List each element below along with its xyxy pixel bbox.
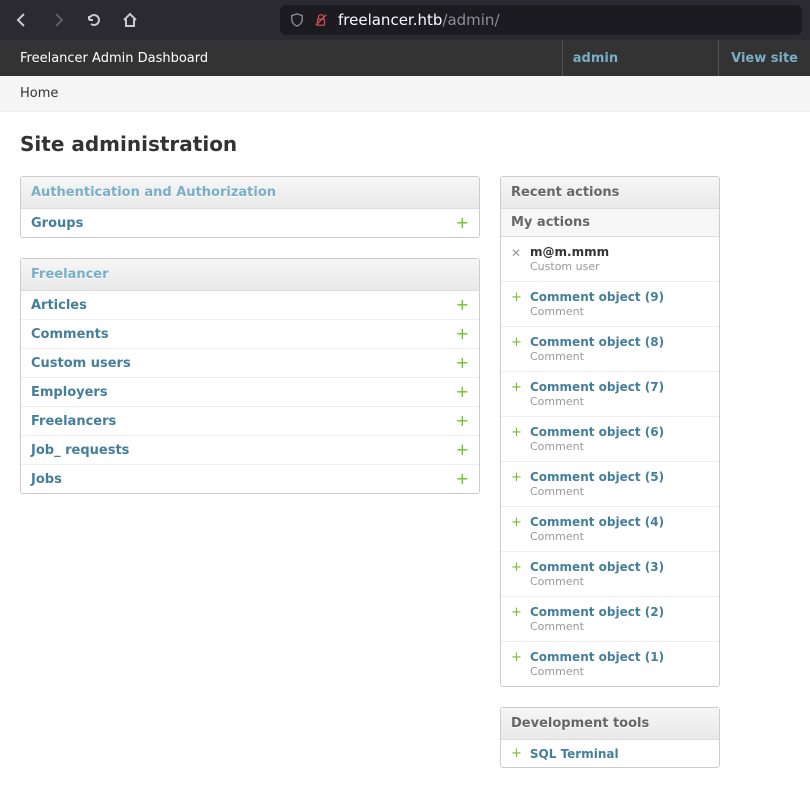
- action-sub: Comment: [530, 665, 664, 678]
- dashboard: Authentication and Authorization Groups …: [20, 176, 790, 788]
- add-icon: +: [511, 335, 522, 351]
- action-item: + Comment object (9) Comment: [501, 282, 719, 327]
- action-title[interactable]: Comment object (6): [530, 425, 664, 439]
- shield-icon: [290, 13, 304, 27]
- forward-icon: [50, 12, 66, 28]
- action-item: + Comment object (4) Comment: [501, 507, 719, 552]
- app-auth-heading[interactable]: Authentication and Authorization: [21, 177, 479, 209]
- action-sub: Comment: [530, 530, 664, 543]
- action-item: + Comment object (1) Comment: [501, 642, 719, 686]
- action-item: + Comment object (6) Comment: [501, 417, 719, 462]
- action-title[interactable]: Comment object (5): [530, 470, 664, 484]
- view-site-link[interactable]: View site: [718, 40, 810, 76]
- model-custom-users[interactable]: Custom users +: [21, 349, 479, 378]
- add-job-requests-icon[interactable]: +: [456, 442, 469, 458]
- content: Site administration Authentication and A…: [0, 112, 810, 808]
- reload-icon[interactable]: [86, 12, 102, 28]
- my-actions-heading: My actions: [501, 209, 719, 237]
- action-title[interactable]: Comment object (2): [530, 605, 664, 619]
- add-employers-icon[interactable]: +: [456, 384, 469, 400]
- action-title[interactable]: Comment object (4): [530, 515, 664, 529]
- add-icon: +: [511, 425, 522, 441]
- action-item: + Comment object (2) Comment: [501, 597, 719, 642]
- action-sub: Comment: [530, 395, 664, 408]
- app-auth: Authentication and Authorization Groups …: [20, 176, 480, 238]
- model-jobs-label: Jobs: [31, 472, 62, 487]
- admin-header: Freelancer Admin Dashboard admin View si…: [0, 40, 810, 76]
- action-item: + Comment object (3) Comment: [501, 552, 719, 597]
- home-icon[interactable]: [122, 12, 138, 28]
- model-groups-label: Groups: [31, 216, 83, 231]
- browser-toolbar: freelancer.htb/admin/: [0, 0, 810, 40]
- model-custom-users-label: Custom users: [31, 356, 131, 371]
- page-title: Site administration: [20, 132, 790, 156]
- action-sub: Comment: [530, 620, 664, 633]
- breadcrumb: Home: [0, 76, 810, 112]
- browser-nav: [8, 12, 138, 28]
- action-sub: Comment: [530, 440, 664, 453]
- model-job-requests-label: Job_ requests: [31, 443, 129, 458]
- model-job-requests[interactable]: Job_ requests +: [21, 436, 479, 465]
- sql-terminal-label: SQL Terminal: [530, 747, 619, 761]
- dev-tools-module: Development tools + SQL Terminal: [500, 707, 720, 768]
- action-sub: Comment: [530, 485, 664, 498]
- add-articles-icon[interactable]: +: [456, 297, 469, 313]
- app-freelancer: Freelancer Articles + Comments + Custom …: [20, 258, 480, 494]
- model-employers[interactable]: Employers +: [21, 378, 479, 407]
- add-icon: +: [511, 290, 522, 306]
- add-icon: +: [511, 650, 522, 666]
- add-icon: +: [511, 746, 522, 761]
- side-column: Recent actions My actions ✕ m@m.mmm Cust…: [500, 176, 720, 788]
- app-freelancer-heading[interactable]: Freelancer: [21, 259, 479, 291]
- lock-icon: [314, 13, 328, 27]
- model-groups[interactable]: Groups +: [21, 209, 479, 237]
- action-title[interactable]: Comment object (9): [530, 290, 664, 304]
- action-title[interactable]: Comment object (7): [530, 380, 664, 394]
- add-group-icon[interactable]: +: [456, 215, 469, 231]
- sql-terminal-link[interactable]: + SQL Terminal: [501, 740, 719, 767]
- action-title[interactable]: Comment object (3): [530, 560, 664, 574]
- action-title[interactable]: Comment object (1): [530, 650, 664, 664]
- add-freelancers-icon[interactable]: +: [456, 413, 469, 429]
- recent-actions-heading: Recent actions: [501, 177, 719, 209]
- add-icon: +: [511, 515, 522, 531]
- model-employers-label: Employers: [31, 385, 108, 400]
- action-sub: Custom user: [530, 260, 609, 273]
- header-user-link[interactable]: admin: [562, 40, 718, 76]
- action-sub: Comment: [530, 305, 664, 318]
- url-bar[interactable]: freelancer.htb/admin/: [280, 5, 802, 35]
- action-sub: Comment: [530, 350, 664, 363]
- model-freelancers-label: Freelancers: [31, 414, 116, 429]
- model-comments-label: Comments: [31, 327, 109, 342]
- action-title[interactable]: Comment object (8): [530, 335, 664, 349]
- action-list: ✕ m@m.mmm Custom user + Comment object (…: [501, 237, 719, 686]
- action-item: + Comment object (7) Comment: [501, 372, 719, 417]
- main-column: Authentication and Authorization Groups …: [20, 176, 480, 788]
- recent-actions-module: Recent actions My actions ✕ m@m.mmm Cust…: [500, 176, 720, 687]
- add-icon: +: [511, 560, 522, 576]
- action-item: + Comment object (8) Comment: [501, 327, 719, 372]
- add-icon: +: [511, 380, 522, 396]
- delete-icon: ✕: [511, 245, 522, 261]
- action-title: m@m.mmm: [530, 245, 609, 259]
- action-item-delete: ✕ m@m.mmm Custom user: [501, 237, 719, 282]
- url-text: freelancer.htb/admin/: [338, 11, 500, 29]
- model-articles-label: Articles: [31, 298, 87, 313]
- model-jobs[interactable]: Jobs +: [21, 465, 479, 493]
- action-sub: Comment: [530, 575, 664, 588]
- add-jobs-icon[interactable]: +: [456, 471, 469, 487]
- model-articles[interactable]: Articles +: [21, 291, 479, 320]
- header-branding: Freelancer Admin Dashboard: [0, 51, 228, 66]
- add-custom-users-icon[interactable]: +: [456, 355, 469, 371]
- breadcrumb-home[interactable]: Home: [20, 86, 58, 101]
- add-icon: +: [511, 470, 522, 486]
- add-icon: +: [511, 605, 522, 621]
- model-freelancers[interactable]: Freelancers +: [21, 407, 479, 436]
- dev-tools-heading: Development tools: [501, 708, 719, 740]
- back-icon[interactable]: [14, 12, 30, 28]
- header-right: admin View site: [562, 40, 810, 76]
- model-comments[interactable]: Comments +: [21, 320, 479, 349]
- add-comments-icon[interactable]: +: [456, 326, 469, 342]
- action-item: + Comment object (5) Comment: [501, 462, 719, 507]
